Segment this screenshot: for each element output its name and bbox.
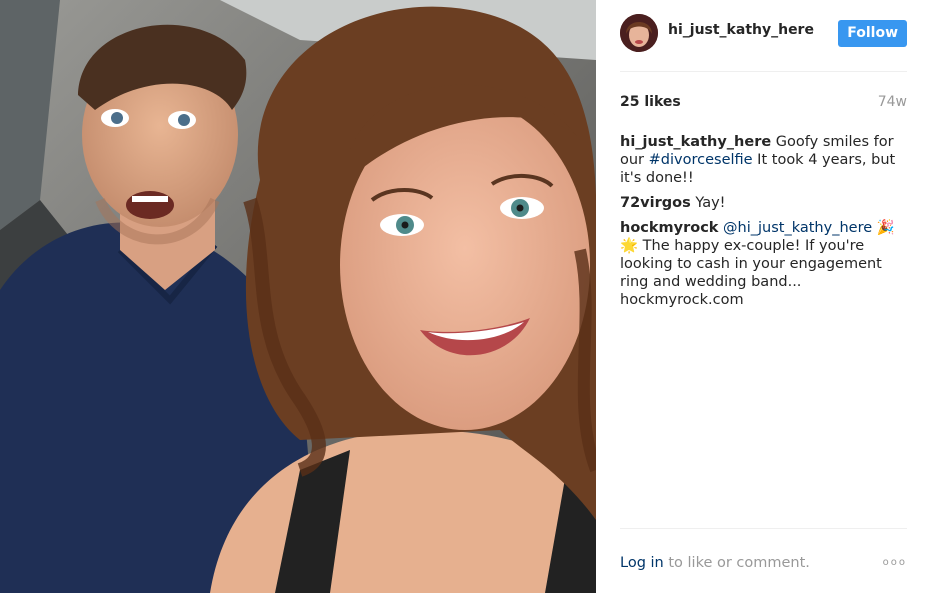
mention-link[interactable]: @hi_just_kathy_here <box>723 220 872 236</box>
post-age[interactable]: 74w <box>878 94 907 110</box>
hashtag-link[interactable]: #divorceselfie <box>649 152 753 168</box>
comment-text: Yay! <box>690 195 726 211</box>
avatar-image <box>620 14 658 52</box>
likes-row: 25 likes 74w <box>620 94 907 114</box>
user-avatar[interactable] <box>620 14 658 52</box>
post-header: hi_just_kathy_here Follow <box>620 12 907 72</box>
likes-count[interactable]: 25 likes <box>620 94 681 110</box>
comment-username[interactable]: hi_just_kathy_here <box>620 134 771 150</box>
list-item-comment: 72virgos Yay! <box>620 194 907 212</box>
post-photo[interactable] <box>0 0 596 593</box>
caption-comment: hi_just_kathy_here Goofy smiles for our … <box>620 133 907 187</box>
selfie-image <box>0 0 596 593</box>
list-item-comment: hockmyrock @hi_just_kathy_here 🎉🌟 The ha… <box>620 219 907 309</box>
comment-username[interactable]: hockmyrock <box>620 220 718 236</box>
comment-text: The happy ex-couple! If you're looking t… <box>620 238 882 308</box>
login-prompt: Log in to like or comment. <box>620 555 810 571</box>
more-options-icon[interactable]: ooo <box>883 557 907 568</box>
follow-button[interactable]: Follow <box>838 20 907 47</box>
login-link[interactable]: Log in <box>620 555 664 571</box>
comments-list: hi_just_kathy_here Goofy smiles for our … <box>620 133 907 316</box>
post-username[interactable]: hi_just_kathy_here <box>668 22 814 38</box>
comment-username[interactable]: 72virgos <box>620 195 691 211</box>
post-details-panel: hi_just_kathy_here Follow 25 likes 74w h… <box>596 0 928 593</box>
post-footer: Log in to like or comment. ooo <box>620 528 907 578</box>
login-prompt-text: to like or comment. <box>663 555 810 571</box>
